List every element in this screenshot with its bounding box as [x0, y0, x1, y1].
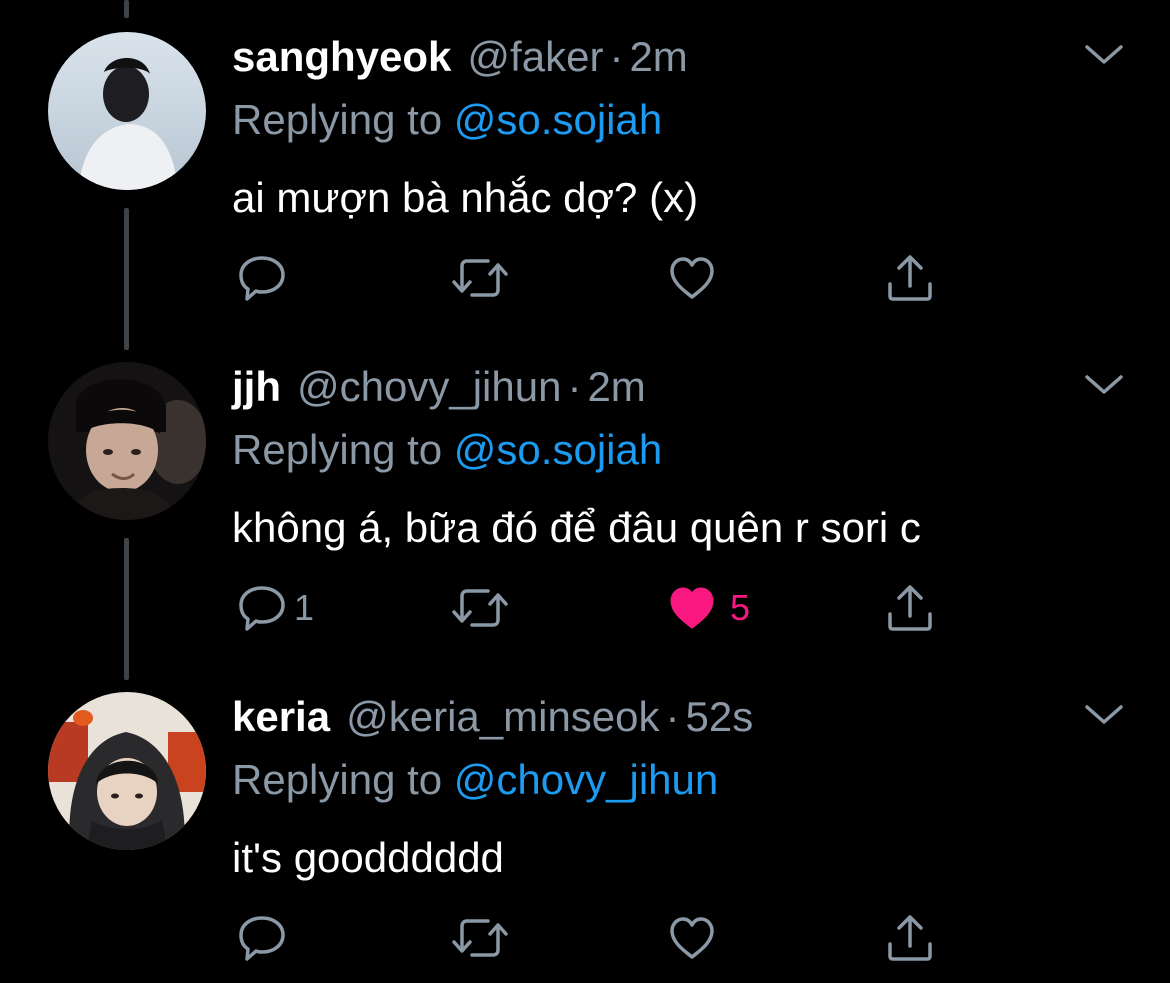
reply-button[interactable] — [236, 910, 300, 966]
like-count: 5 — [730, 587, 751, 628]
timestamp[interactable]: 52s — [686, 692, 754, 742]
timestamp[interactable]: 2m — [629, 32, 687, 82]
separator-dot: · — [609, 33, 624, 80]
retweet-icon — [452, 919, 508, 957]
tweet-menu-button[interactable] — [1082, 40, 1126, 70]
heart-icon — [670, 257, 714, 299]
share-icon — [888, 915, 932, 961]
share-icon — [888, 585, 932, 631]
replying-to: Replying to @so.sojiah — [232, 425, 662, 475]
action-bar: 1 5 — [232, 580, 952, 636]
replying-to: Replying to @so.sojiah — [232, 95, 662, 145]
reply-button[interactable] — [236, 250, 300, 306]
retweet-button[interactable] — [450, 250, 522, 306]
chevron-down-icon — [1085, 705, 1123, 724]
avatar[interactable] — [48, 362, 206, 520]
reply-icon — [239, 586, 285, 631]
thread-line — [124, 0, 129, 18]
share-button[interactable] — [884, 580, 936, 636]
display-name[interactable]: keria — [232, 692, 330, 742]
reply-count: 1 — [294, 587, 315, 628]
replying-to-label: Replying to — [232, 96, 454, 143]
reply-icon — [239, 256, 285, 301]
retweet-button[interactable] — [450, 580, 522, 636]
retweet-icon — [452, 589, 508, 627]
chevron-down-icon — [1085, 375, 1123, 394]
mention-link[interactable]: @so.sojiah — [454, 96, 662, 143]
like-button[interactable] — [666, 910, 730, 966]
tweet[interactable]: sanghyeok @faker · 2m Replying to @so.so… — [0, 32, 1170, 302]
like-button[interactable]: 5 — [666, 580, 750, 636]
share-button[interactable] — [884, 910, 936, 966]
retweet-button[interactable] — [450, 910, 522, 966]
reply-icon — [239, 916, 285, 961]
replying-to: Replying to @chovy_jihun — [232, 755, 718, 805]
user-handle[interactable]: @faker — [467, 32, 603, 82]
tweet[interactable]: keria @keria_minseok · 52s Replying to @… — [0, 692, 1170, 962]
heart-filled-icon — [670, 587, 714, 629]
retweet-icon — [452, 259, 508, 297]
replying-to-label: Replying to — [232, 426, 454, 473]
user-handle[interactable]: @keria_minseok — [346, 692, 659, 742]
chevron-down-icon — [1085, 45, 1123, 64]
heart-icon — [670, 917, 714, 959]
user-handle[interactable]: @chovy_jihun — [297, 362, 561, 412]
tweet-text: it's goodddddd — [232, 834, 504, 881]
share-icon — [888, 255, 932, 301]
avatar-photo — [48, 32, 206, 190]
action-bar — [232, 910, 952, 966]
replying-to-label: Replying to — [232, 756, 454, 803]
avatar-photo — [48, 362, 206, 520]
tweet-text: không á, bữa đó để đâu quên r sori c — [232, 504, 921, 551]
avatar-photo — [48, 692, 206, 850]
share-button[interactable] — [884, 250, 936, 306]
display-name[interactable]: jjh — [232, 362, 281, 412]
tweet-menu-button[interactable] — [1082, 370, 1126, 400]
timestamp[interactable]: 2m — [587, 362, 645, 412]
avatar[interactable] — [48, 692, 206, 850]
mention-link[interactable]: @chovy_jihun — [454, 756, 718, 803]
action-bar — [232, 250, 952, 306]
like-button[interactable] — [666, 250, 730, 306]
avatar[interactable] — [48, 32, 206, 190]
reply-button[interactable]: 1 — [236, 580, 314, 636]
display-name[interactable]: sanghyeok — [232, 32, 451, 82]
separator-dot: · — [665, 693, 680, 740]
tweet[interactable]: jjh @chovy_jihun · 2m Replying to @so.so… — [0, 362, 1170, 632]
separator-dot: · — [567, 363, 582, 410]
tweet-menu-button[interactable] — [1082, 700, 1126, 730]
mention-link[interactable]: @so.sojiah — [454, 426, 662, 473]
tweet-text: ai mượn bà nhắc dợ? (x) — [232, 174, 699, 221]
